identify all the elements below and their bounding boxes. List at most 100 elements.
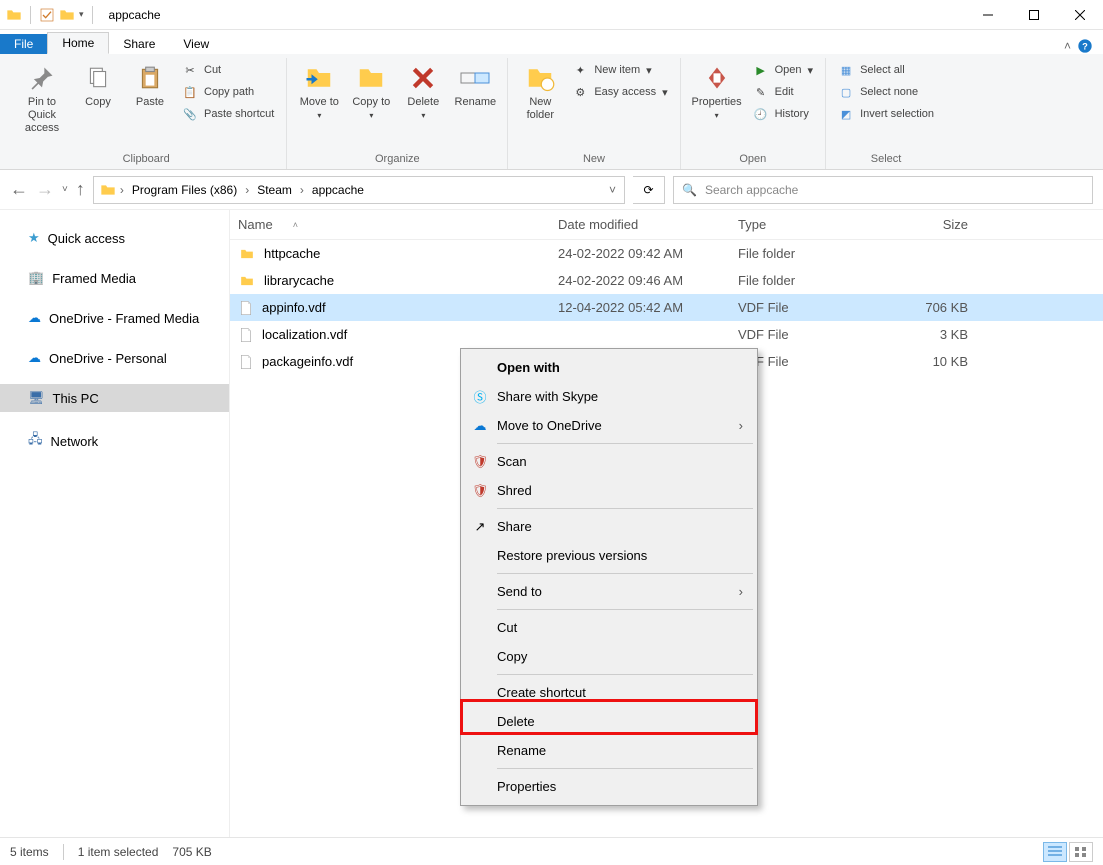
tab-file[interactable]: File	[0, 34, 47, 54]
copy-to-button[interactable]: Copy to▾	[347, 58, 395, 125]
delete-x-icon	[410, 65, 436, 91]
column-date[interactable]: Date modified	[558, 217, 738, 232]
column-headers: Name˄ Date modified Type Size	[230, 210, 1103, 240]
navigation-bar: ← → ˅ ↑ › Program Files (x86) › Steam › …	[0, 170, 1103, 210]
window-title: appcache	[109, 8, 161, 22]
select-all-button[interactable]: ▦Select all	[834, 60, 938, 80]
new-item-icon: ✦	[572, 62, 588, 78]
tab-home[interactable]: Home	[47, 32, 109, 54]
collapse-ribbon-icon[interactable]: ˄	[1064, 39, 1071, 53]
column-size[interactable]: Size	[888, 217, 976, 232]
tab-view[interactable]: View	[169, 34, 223, 54]
address-bar[interactable]: › Program Files (x86) › Steam › appcache…	[93, 176, 625, 204]
qat-dropdown-icon[interactable]: ▾	[79, 9, 84, 20]
help-icon[interactable]: ?	[1077, 38, 1093, 54]
folder-icon[interactable]	[59, 7, 75, 23]
file-row[interactable]: httpcache24-02-2022 09:42 AMFile folder	[230, 240, 1103, 267]
refresh-icon: ⟳	[643, 183, 653, 197]
file-name: packageinfo.vdf	[262, 354, 353, 369]
select-all-icon: ▦	[838, 62, 854, 78]
maximize-button[interactable]	[1011, 0, 1057, 30]
file-name: localization.vdf	[262, 327, 347, 342]
tab-share[interactable]: Share	[109, 34, 169, 54]
ctx-share-skype[interactable]: ⓈShare with Skype	[463, 382, 755, 411]
copy-path-button[interactable]: 📋Copy path	[178, 82, 278, 102]
recent-dropdown-icon[interactable]: ˅	[62, 184, 68, 195]
sidebar-framed-media[interactable]: 🏢Framed Media	[0, 264, 229, 292]
large-icons-view-button[interactable]	[1069, 842, 1093, 862]
file-row[interactable]: localization.vdf VDF File3 KB	[230, 321, 1103, 348]
group-label: Organize	[375, 150, 420, 169]
ctx-cut[interactable]: Cut	[463, 613, 755, 642]
file-type: VDF File	[738, 327, 888, 342]
copy-button[interactable]: Copy	[74, 58, 122, 113]
shield-icon: 🛡	[471, 454, 489, 470]
column-name[interactable]: Name˄	[238, 217, 558, 232]
group-label: New	[583, 150, 605, 169]
ctx-send-to[interactable]: Send to›	[463, 577, 755, 606]
paste-button[interactable]: Paste	[126, 58, 174, 113]
paste-shortcut-button[interactable]: 📎Paste shortcut	[178, 104, 278, 124]
search-input[interactable]: 🔍 Search appcache	[673, 176, 1093, 204]
easy-access-icon: ⚙	[572, 84, 588, 100]
refresh-button[interactable]: ⟳	[633, 176, 665, 204]
breadcrumb-item[interactable]: appcache	[308, 181, 368, 199]
new-folder-button[interactable]: New folder	[516, 58, 564, 126]
invert-selection-button[interactable]: ◩Invert selection	[834, 104, 938, 124]
ctx-create-shortcut[interactable]: Create shortcut	[463, 678, 755, 707]
forward-button[interactable]: →	[36, 179, 54, 200]
easy-access-button[interactable]: ⚙Easy access ▾	[568, 82, 671, 102]
onedrive-icon: ☁	[471, 418, 489, 434]
new-item-button[interactable]: ✦New item ▾	[568, 60, 671, 80]
breadcrumb-item[interactable]: Program Files (x86)	[128, 181, 241, 199]
ctx-move-onedrive[interactable]: ☁Move to OneDrive›	[463, 411, 755, 440]
chevron-right-icon[interactable]: ›	[243, 183, 251, 197]
properties-button[interactable]: Properties▾	[689, 58, 745, 125]
column-type[interactable]: Type	[738, 217, 888, 232]
history-button[interactable]: 🕘History	[749, 104, 817, 124]
minimize-button[interactable]	[965, 0, 1011, 30]
cut-button[interactable]: ✂Cut	[178, 60, 278, 80]
ctx-share[interactable]: ↗Share	[463, 512, 755, 541]
back-button[interactable]: ←	[10, 179, 28, 200]
sidebar-quick-access[interactable]: ★Quick access	[0, 224, 229, 252]
ctx-copy[interactable]: Copy	[463, 642, 755, 671]
chevron-right-icon[interactable]: ›	[118, 183, 126, 197]
file-size: 3 KB	[888, 327, 976, 342]
details-view-button[interactable]	[1043, 842, 1067, 862]
ctx-rename[interactable]: Rename	[463, 736, 755, 765]
ctx-shred[interactable]: 🛡Shred	[463, 476, 755, 505]
pin-quick-access-button[interactable]: Pin to Quick access	[14, 58, 70, 140]
ctx-restore[interactable]: Restore previous versions	[463, 541, 755, 570]
checkbox-icon[interactable]	[39, 7, 55, 23]
sidebar-onedrive-personal[interactable]: ☁OneDrive - Personal	[0, 344, 229, 372]
chevron-right-icon[interactable]: ›	[298, 183, 306, 197]
ctx-open-with[interactable]: Open with	[463, 353, 755, 382]
close-button[interactable]	[1057, 0, 1103, 30]
sidebar-network[interactable]: 🖧Network	[0, 424, 229, 458]
rename-button[interactable]: Rename	[451, 58, 499, 113]
file-size: 10 KB	[888, 354, 976, 369]
address-dropdown-icon[interactable]: ˅	[607, 183, 618, 197]
select-none-button[interactable]: ▢Select none	[834, 82, 938, 102]
details-view-icon	[1048, 846, 1062, 858]
group-label: Open	[739, 150, 766, 169]
file-row[interactable]: appinfo.vdf12-04-2022 05:42 AMVDF File70…	[230, 294, 1103, 321]
open-button[interactable]: ▶Open ▾	[749, 60, 817, 80]
file-row[interactable]: librarycache24-02-2022 09:46 AMFile fold…	[230, 267, 1103, 294]
up-button[interactable]: ↑	[76, 179, 85, 200]
sidebar-this-pc[interactable]: 🖥This PC	[0, 384, 229, 412]
delete-button[interactable]: Delete▾	[399, 58, 447, 125]
move-to-button[interactable]: Move to▾	[295, 58, 343, 125]
star-icon: ★	[28, 230, 40, 246]
onedrive-icon: ☁	[28, 310, 41, 326]
ctx-properties[interactable]: Properties	[463, 772, 755, 801]
search-icon: 🔍	[682, 183, 697, 197]
ctx-scan[interactable]: 🛡Scan	[463, 447, 755, 476]
file-name: httpcache	[264, 246, 320, 261]
breadcrumb-item[interactable]: Steam	[253, 181, 296, 199]
edit-button[interactable]: ✎Edit	[749, 82, 817, 102]
sidebar-onedrive-framed[interactable]: ☁OneDrive - Framed Media	[0, 304, 229, 332]
status-item-count: 5 items	[10, 845, 49, 859]
ctx-delete[interactable]: Delete	[463, 707, 755, 736]
